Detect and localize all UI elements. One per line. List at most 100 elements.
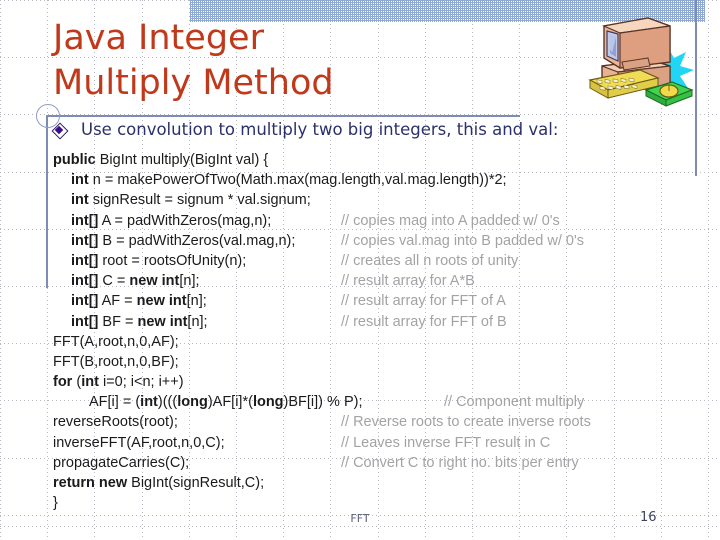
code-text: )AF[i]*(: [207, 394, 253, 411]
code-line: int[] B = padWithZeros(val.mag,n); // cop…: [53, 231, 713, 251]
code-line-text: return new BigInt(signResult,C);: [53, 475, 264, 491]
code-line: int[] root = rootsOfUnity(n); // creates …: [53, 251, 713, 271]
code-keyword: int[]: [71, 293, 99, 310]
slide-title: Java Integer Multiply Method: [53, 18, 334, 103]
code-line: for (int i=0; i<n; i++): [53, 372, 713, 392]
code-line-text: int[] A = padWithZeros(mag,n);: [53, 213, 271, 229]
code-keyword: int[]: [71, 212, 99, 229]
code-keyword: public: [53, 152, 96, 168]
code-text: propagateCarries(C);: [53, 454, 190, 471]
code-keyword: int[]: [71, 313, 99, 330]
code-text: reverseRoots(root);: [53, 414, 178, 431]
code-line: AF[i] = (int)(((long)AF[i]*(long)BF[i]) …: [53, 392, 713, 412]
code-text: [n];: [187, 313, 208, 330]
code-line-text: AF[i] = (int)(((long)AF[i]*(long)BF[i]) …: [53, 394, 363, 410]
code-keyword: int: [71, 172, 89, 189]
code-line: int[] AF = new int[n]; // result array fo…: [53, 291, 713, 311]
code-keyword: int: [140, 394, 158, 411]
code-line-text: propagateCarries(C);: [53, 455, 189, 471]
code-line-text: int[] C = new int[n];: [53, 273, 200, 289]
code-comment: // Reverse roots to create inverse roots: [341, 414, 591, 431]
code-text: [n];: [186, 293, 207, 310]
code-text: [n];: [179, 273, 200, 290]
code-line: return new BigInt(signResult,C);: [53, 473, 713, 493]
code-text: n = makePowerOfTwo(Math.max(mag.length,v…: [88, 172, 507, 189]
code-comment: // Convert C to right no. bits per entry: [341, 454, 579, 471]
code-keyword: int: [81, 374, 99, 391]
code-keyword: new int: [129, 273, 180, 290]
code-line-text: }: [53, 495, 58, 511]
code-block: public BigInt multiply(BigInt val) { int …: [53, 150, 713, 513]
code-line: propagateCarries(C); // Convert C to righ…: [53, 453, 713, 473]
diamond-bullet-icon: [51, 122, 69, 140]
left-vertical-rule: [46, 116, 48, 288]
code-line: int[] C = new int[n]; // result array for…: [53, 271, 713, 291]
code-line-text: int[] B = padWithZeros(val.mag,n);: [53, 233, 295, 249]
code-line-text: for (int i=0; i<n; i++): [53, 374, 184, 390]
grid-line-vertical: [0, 0, 1, 540]
code-comment: // creates all n roots of unity: [341, 252, 519, 269]
code-line-text: inverseFFT(AF,root,n,0,C);: [53, 435, 225, 451]
code-keyword: long: [177, 394, 208, 411]
bullet-text: Use convolution to multiply two big inte…: [81, 120, 559, 139]
code-text: (: [72, 374, 82, 391]
code-text: AF[i] = (: [89, 394, 141, 411]
code-line: int n = makePowerOfTwo(Math.max(mag.leng…: [53, 170, 713, 190]
code-comment: // Component multiply: [444, 394, 585, 411]
code-text: i=0; i<n; i++): [98, 374, 184, 391]
code-comment: // Leaves inverse FFT result in C: [341, 434, 551, 451]
desktop-computer-clipart: [588, 8, 700, 118]
code-line: int[] A = padWithZeros(mag,n); // copies …: [53, 211, 713, 231]
code-comment: // result array for A*B: [341, 273, 475, 290]
code-comment: // result array for FFT of A: [341, 293, 506, 310]
code-comment: // result array for FFT of B: [341, 313, 507, 330]
title-underline-rule: [46, 115, 520, 117]
code-keyword: int[]: [71, 252, 99, 269]
code-text: }: [53, 495, 58, 512]
slide-canvas: Java Integer Multiply Method Use convolu…: [0, 0, 720, 540]
code-text: )(((: [157, 394, 178, 411]
code-keyword: return new: [53, 475, 128, 491]
code-text: FFT(B,root,n,0,BF);: [53, 353, 179, 370]
code-comment: // copies val.mag into B padded w/ 0's: [341, 232, 584, 249]
code-line-text: reverseRoots(root);: [53, 414, 178, 430]
code-text: AF =: [98, 293, 137, 310]
code-line: int[] BF = new int[n]; // result array fo…: [53, 312, 713, 332]
code-keyword: long: [252, 394, 284, 411]
code-line-text: int[] AF = new int[n];: [53, 293, 207, 309]
code-keyword: int: [71, 192, 89, 209]
page-number: 16: [640, 510, 657, 525]
bullet-row: Use convolution to multiply two big inte…: [51, 120, 559, 140]
code-line: public BigInt multiply(BigInt val) {: [53, 150, 713, 170]
code-keyword: int[]: [71, 232, 99, 249]
code-keyword: new int: [137, 313, 188, 330]
code-keyword: for: [53, 374, 73, 391]
code-line-text: int n = makePowerOfTwo(Math.max(mag.leng…: [53, 172, 507, 188]
code-line-text: int signResult = signum * val.signum;: [53, 192, 311, 208]
code-comment: // copies mag into A padded w/ 0's: [341, 212, 560, 229]
code-text: A = padWithZeros(mag,n);: [98, 212, 272, 229]
code-text: C =: [98, 273, 130, 290]
code-line: reverseRoots(root); // Reverse roots to c…: [53, 412, 713, 432]
code-text: BigInt(signResult,C);: [127, 475, 265, 491]
code-line-text: public BigInt multiply(BigInt val) {: [53, 152, 268, 168]
code-text: root = rootsOfUnity(n);: [98, 252, 247, 269]
code-text: inverseFFT(AF,root,n,0,C);: [53, 434, 225, 451]
footer-rule: [0, 526, 720, 527]
code-text: B = padWithZeros(val.mag,n);: [98, 232, 296, 249]
code-text: BigInt multiply(BigInt val) {: [95, 152, 269, 168]
code-text: FFT(A,root,n,0,AF);: [53, 333, 179, 350]
code-line-text: FFT(B,root,n,0,BF);: [53, 354, 179, 370]
code-text: BF =: [98, 313, 138, 330]
code-line-text: FFT(A,root,n,0,AF);: [53, 334, 179, 350]
code-line-text: int[] BF = new int[n];: [53, 314, 208, 330]
code-keyword: int[]: [71, 273, 99, 290]
code-keyword: new int: [136, 293, 187, 310]
code-text: signResult = signum * val.signum;: [88, 192, 311, 209]
code-line-text: int[] root = rootsOfUnity(n);: [53, 253, 246, 269]
code-text: )BF[i]) % P);: [283, 394, 363, 411]
footer-label: FFT: [350, 512, 370, 525]
computer-illustration-icon: [588, 17, 694, 107]
code-line: FFT(A,root,n,0,AF);: [53, 332, 713, 352]
code-line: }: [53, 493, 713, 513]
